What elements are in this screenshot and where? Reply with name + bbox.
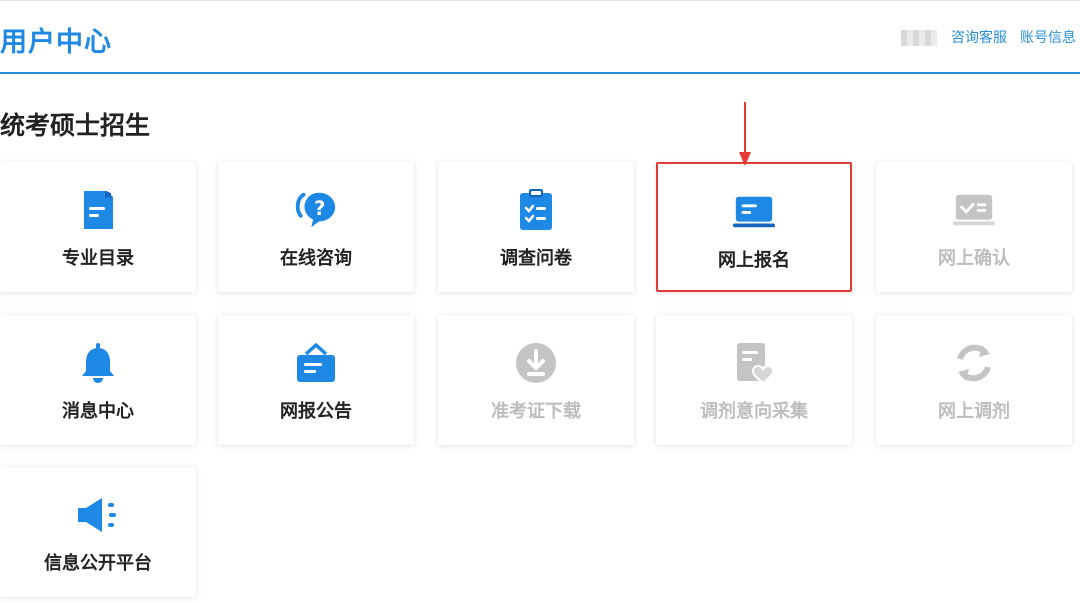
svg-text:?: ? <box>314 197 325 220</box>
card-online-confirm: 网上确认 <box>876 162 1072 292</box>
bell-icon <box>76 341 120 385</box>
card-label: 消息中心 <box>62 401 134 422</box>
clipboard-check-icon <box>514 188 558 232</box>
consult-service-link[interactable]: 咨询客服 <box>951 27 1007 47</box>
card-adjustment-intention: 调剂意向采集 <box>656 315 852 445</box>
chat-question-icon: ? <box>294 188 338 232</box>
card-label: 调剂意向采集 <box>700 401 808 422</box>
page-title: 用户中心 <box>0 27 112 58</box>
card-label: 在线咨询 <box>280 248 352 269</box>
page: 用户中心 咨询客服 账号信息 统考硕士招生 专业目录 ? 在线咨询 调查问卷 网… <box>0 0 1080 604</box>
card-label: 信息公开平台 <box>44 553 152 574</box>
card-online-adjustment: 网上调剂 <box>876 315 1072 445</box>
card-survey[interactable]: 调查问卷 <box>438 162 634 292</box>
card-label: 网报公告 <box>280 401 352 422</box>
header-top-border <box>0 0 1080 1</box>
annotation-arrow-icon <box>739 102 751 166</box>
confirm-card-icon <box>952 188 996 232</box>
card-admission-ticket-download: 准考证下载 <box>438 315 634 445</box>
download-icon <box>514 341 558 385</box>
user-name-blurred <box>901 30 937 46</box>
header: 用户中心 咨询客服 账号信息 <box>0 0 1080 74</box>
card-label: 专业目录 <box>62 248 134 269</box>
card-label: 网上确认 <box>938 248 1010 269</box>
card-major-catalog[interactable]: 专业目录 <box>0 162 196 292</box>
card-label: 准考证下载 <box>491 401 581 422</box>
card-message-center[interactable]: 消息中心 <box>0 315 196 445</box>
card-info-disclosure-platform[interactable]: 信息公开平台 <box>0 467 196 597</box>
announcement-board-icon <box>294 341 338 385</box>
document-heart-icon <box>732 341 776 385</box>
card-online-registration[interactable]: 网上报名 <box>656 162 852 292</box>
document-icon <box>76 188 120 232</box>
laptop-icon <box>732 190 776 234</box>
refresh-icon <box>952 341 996 385</box>
card-label: 调查问卷 <box>500 248 572 269</box>
card-announcements[interactable]: 网报公告 <box>218 315 414 445</box>
card-online-consult[interactable]: ? 在线咨询 <box>218 162 414 292</box>
account-info-link[interactable]: 账号信息 <box>1020 27 1076 47</box>
section-title: 统考硕士招生 <box>0 111 151 140</box>
card-label: 网上报名 <box>718 250 790 271</box>
card-label: 网上调剂 <box>938 401 1010 422</box>
megaphone-icon <box>76 493 120 537</box>
